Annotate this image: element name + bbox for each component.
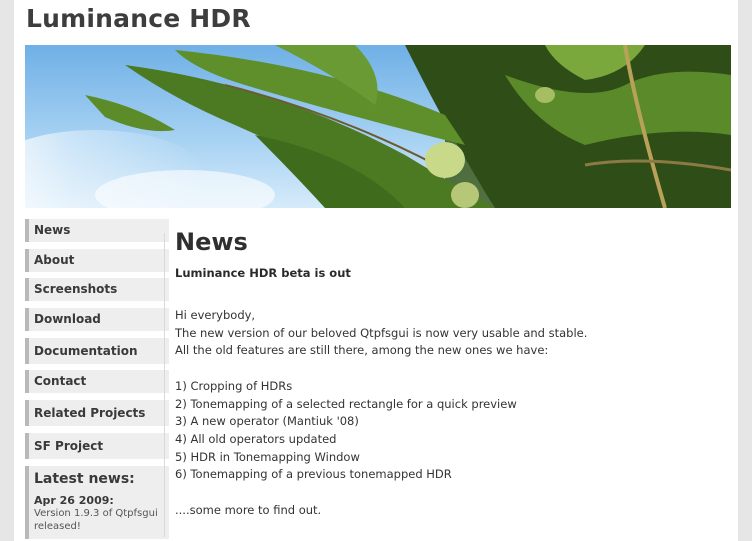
body-line: Hi everybody, (175, 308, 256, 322)
feature-item: 4) All old operators updated (175, 431, 337, 446)
latest-news-box: Latest news: Apr 26 2009: Version 1.9.3 … (25, 465, 169, 539)
body-line: The new version of our beloved Qtpfsgui … (175, 325, 588, 340)
news-subtitle: Luminance HDR beta is out (175, 266, 351, 280)
feature-item: 5) HDR in Tonemapping Window (175, 449, 360, 464)
sidebar-item-documentation[interactable]: Documentation (25, 337, 169, 364)
page-title: News (175, 228, 248, 256)
sidebar-item-news[interactable]: News (25, 219, 169, 242)
sidebar-item-about[interactable]: About (25, 248, 169, 272)
news-body: Hi everybody, The new version of our bel… (175, 307, 735, 519)
closing-line: ....some more to find out. (175, 502, 322, 517)
page: Luminance HDR News About Screenshots Dow… (14, 0, 738, 541)
site-title: Luminance HDR (26, 4, 251, 33)
sidebar-item-contact[interactable]: Contact (25, 370, 169, 394)
sidebar-item-sf-project[interactable]: SF Project (25, 432, 169, 459)
main-content: News Luminance HDR beta is out Hi everyb… (175, 227, 735, 519)
feature-item: 1) Cropping of HDRs (175, 378, 293, 393)
latest-news-date: Apr 26 2009: (34, 493, 114, 507)
latest-news-text: Version 1.9.3 of Qtpfsgui released! (34, 507, 158, 532)
sidebar-item-download[interactable]: Download (25, 308, 169, 332)
sidebar-item-related-projects[interactable]: Related Projects (25, 400, 169, 427)
feature-item: 2) Tonemapping of a selected rectangle f… (175, 396, 517, 411)
header-banner-image (25, 45, 731, 208)
body-line: All the old features are still there, am… (175, 343, 549, 358)
feature-item: 6) Tonemapping of a previous tonemapped … (175, 467, 452, 482)
feature-item: 3) A new operator (Mantiuk '08) (175, 414, 359, 429)
sidebar-nav: News About Screenshots Download Document… (25, 219, 169, 539)
latest-news-heading: Latest news: (34, 470, 135, 487)
content-divider (164, 233, 165, 537)
sidebar-item-screenshots[interactable]: Screenshots (25, 278, 169, 302)
